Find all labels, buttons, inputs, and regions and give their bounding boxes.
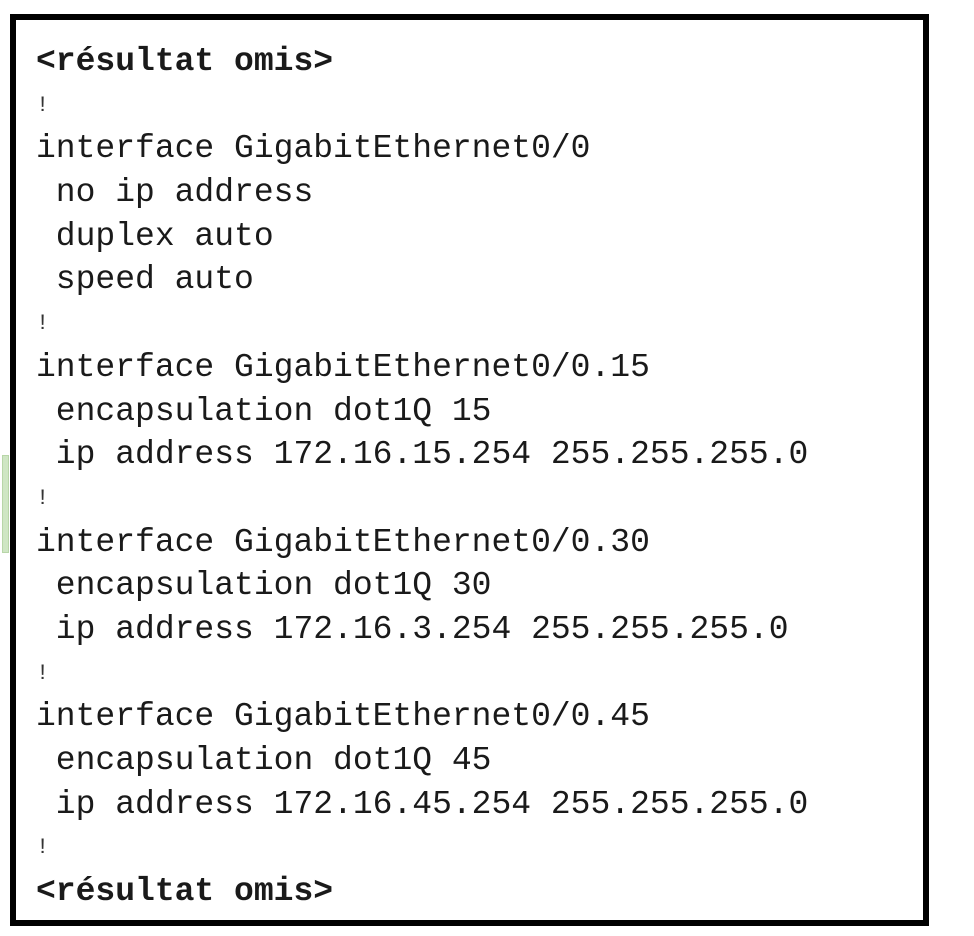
- config-line-interface-g0-0: interface GigabitEthernet0/0: [36, 130, 591, 168]
- config-line-no-ip-address: no ip address: [36, 174, 314, 212]
- config-line-interface-g0-0-15: interface GigabitEthernet0/0.15: [36, 348, 650, 386]
- config-line-ip-address-30: ip address 172.16.3.254 255.255.255.0: [36, 610, 789, 648]
- config-line-encapsulation-45: encapsulation dot1Q 45: [36, 742, 492, 779]
- config-line-encapsulation-30: encapsulation dot1Q 30: [36, 567, 492, 605]
- omitted-output-marker-bottom: <résultat omis>: [36, 873, 334, 911]
- config-separator: !: [36, 660, 50, 686]
- config-output-frame: <résultat omis> ! interface GigabitEther…: [10, 14, 929, 926]
- side-accent-bar: [2, 455, 9, 553]
- config-line-ip-address-45: ip address 172.16.45.254 255.255.255.0: [36, 785, 809, 823]
- config-line-interface-g0-0-30: interface GigabitEthernet0/0.30: [36, 523, 650, 561]
- config-line-duplex: duplex auto: [36, 217, 274, 255]
- config-separator: !: [36, 485, 50, 511]
- config-separator: !: [36, 311, 50, 337]
- config-separator: !: [36, 92, 50, 118]
- config-line-encapsulation-15: encapsulation dot1Q 15: [36, 392, 492, 430]
- running-config-listing: <résultat omis> ! interface GigabitEther…: [36, 40, 808, 914]
- config-line-speed: speed auto: [36, 261, 254, 299]
- omitted-output-marker-top: <résultat omis>: [36, 43, 334, 80]
- config-line-ip-address-15: ip address 172.16.15.254 255.255.255.0: [36, 436, 809, 474]
- config-line-interface-g0-0-45: interface GigabitEthernet0/0.45: [36, 698, 650, 736]
- config-separator: !: [36, 835, 50, 861]
